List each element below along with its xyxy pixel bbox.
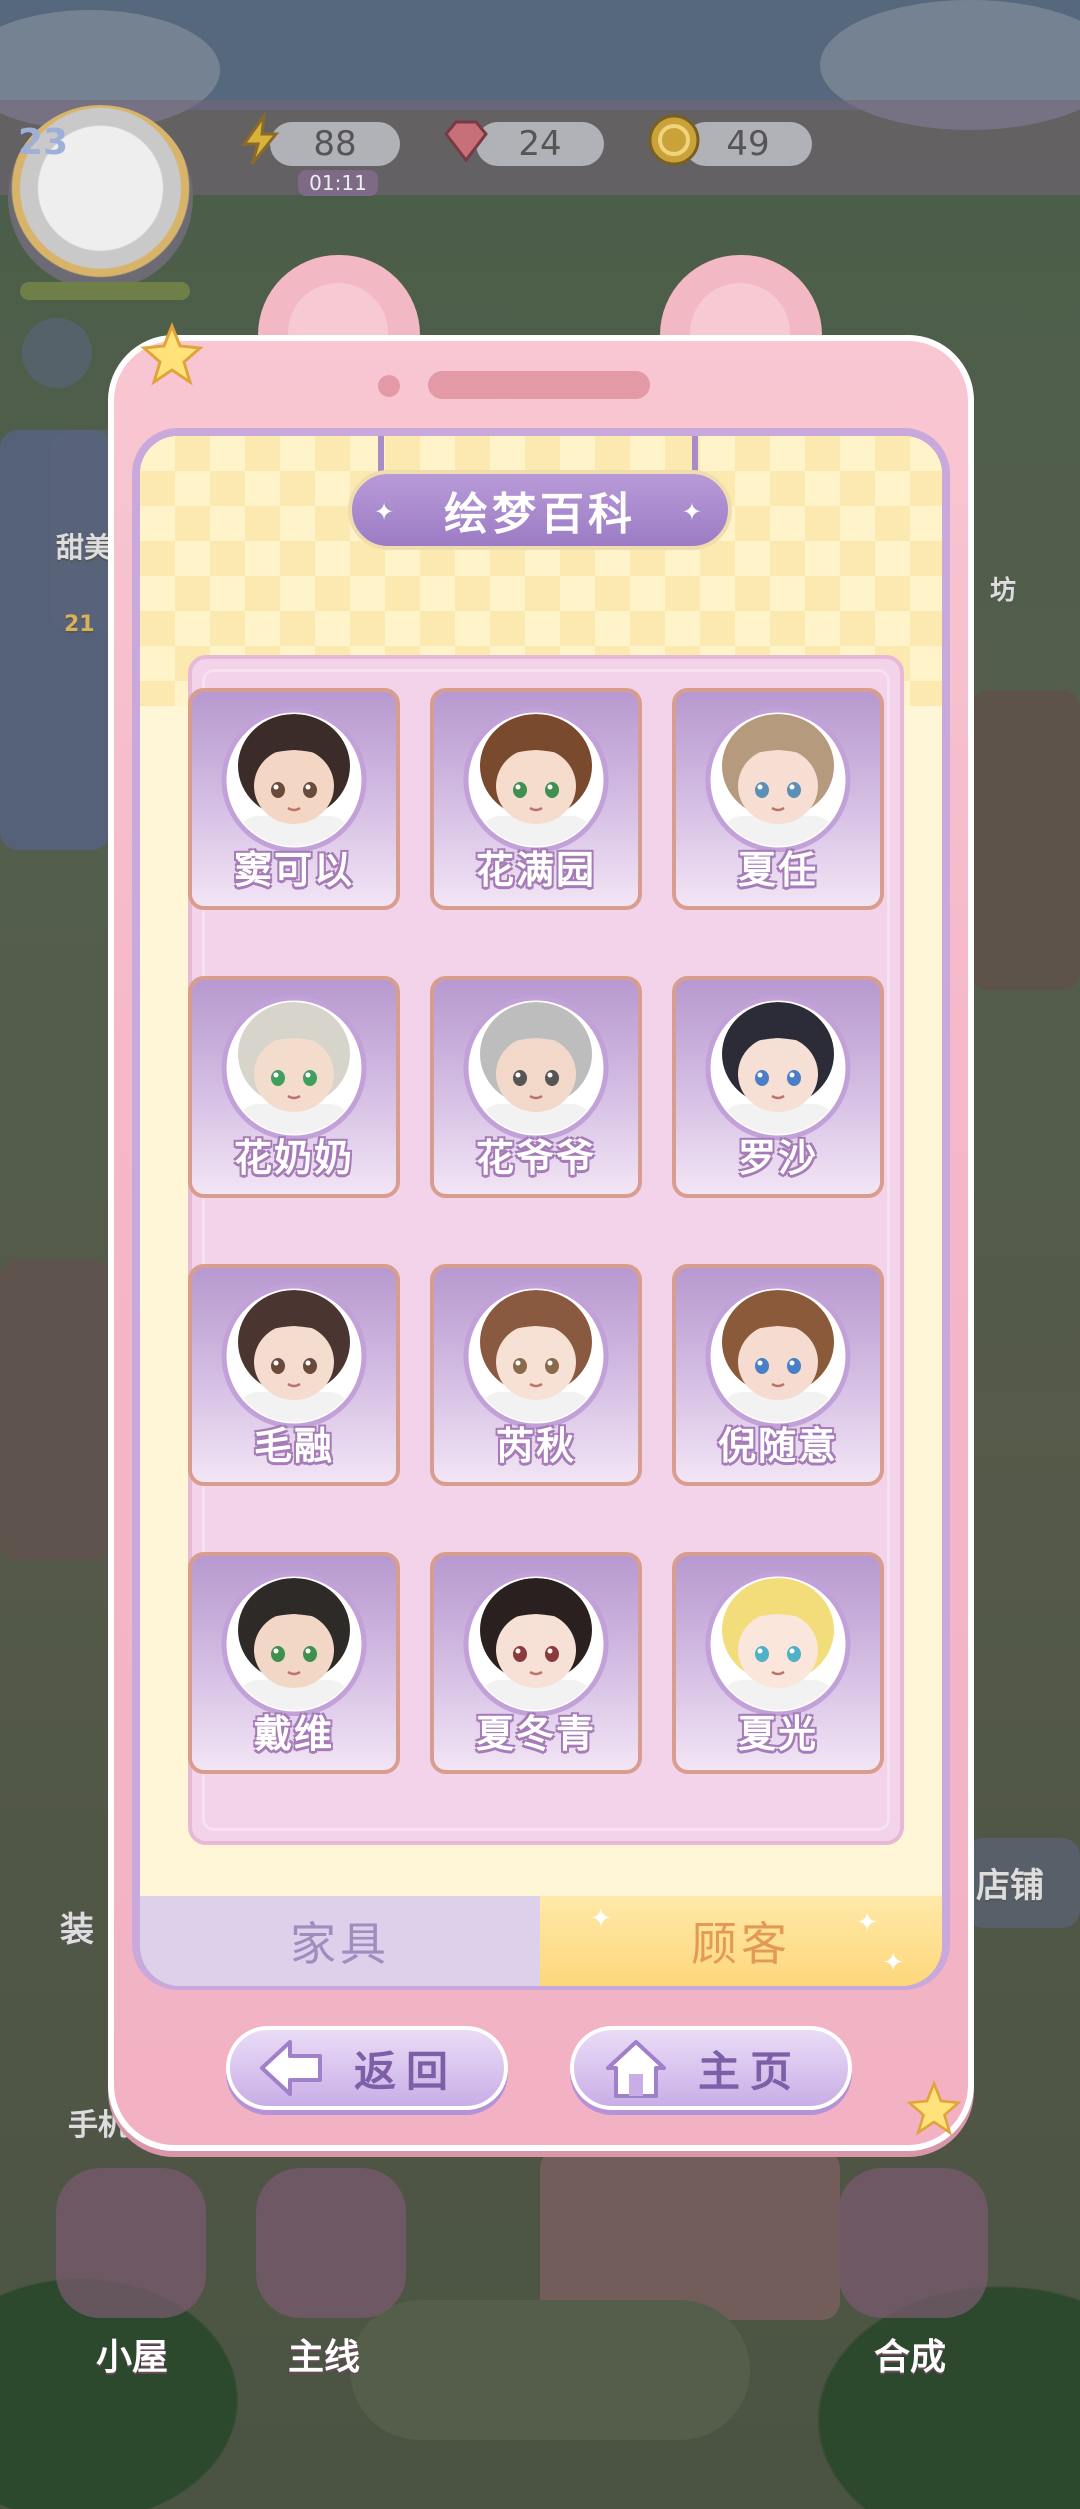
tab-furniture[interactable]: 家具 [140,1896,540,1986]
character-name: 窦可以 [233,848,354,892]
back-button-label: 返回 [353,2046,458,2096]
character-card[interactable]: 戴维 [188,1552,400,1774]
character-name: 花爷爷 [475,1136,596,1180]
energy-icon [232,110,288,168]
phone-speaker [428,371,650,399]
character-portrait [221,707,367,852]
character-name: 戴维 [253,1712,334,1756]
character-card[interactable]: 夏光 [672,1552,884,1774]
character-name: 花满园 [475,848,596,892]
character-name: 夏任 [737,848,818,892]
character-portrait [221,1283,367,1428]
character-card[interactable]: 夏冬青 [430,1552,642,1774]
character-portrait [463,1283,609,1428]
character-card[interactable]: 倪随意 [672,1264,884,1486]
xp-bar [20,282,190,300]
character-name: 罗沙 [737,1136,818,1180]
character-name: 夏光 [737,1712,818,1756]
merge-label: 合成 [874,2337,947,2378]
coin-counter: 49 [684,122,812,166]
character-portrait [221,995,367,1140]
character-name: 倪随意 [717,1424,838,1468]
character-portrait [705,1571,851,1716]
character-card[interactable]: 毛融 [188,1264,400,1486]
character-portrait [705,1283,851,1428]
character-card[interactable]: 芮秋 [430,1264,642,1486]
encyclopedia-title-plate: ✦ 绘梦百科 ✦ [348,470,732,550]
back-button[interactable]: 返回 [226,2026,508,2110]
main-quest-button[interactable] [256,2168,406,2318]
character-portrait [705,707,851,852]
tab-customer[interactable]: ✦ ✦ ✦ 顾客 [540,1896,942,1986]
energy-counter: 88 [270,122,400,166]
character-name: 毛融 [253,1424,334,1468]
character-portrait [705,995,851,1140]
character-portrait [463,995,609,1140]
character-card[interactable]: 窦可以 [188,688,400,910]
merge-button[interactable] [838,2168,988,2318]
shop-button-label: 店铺 [976,1866,1044,1906]
star-icon [140,321,204,390]
main-quest-label: 主线 [288,2337,361,2378]
character-card[interactable]: 夏任 [672,688,884,910]
character-portrait [221,1571,367,1716]
side-decorate-label: 装 [60,1910,94,1950]
player-level: 23 [18,122,69,163]
home-button[interactable]: 主页 [570,2026,852,2110]
bg-food-truck [540,2150,840,2320]
side-workshop-label: 坊 [990,576,1017,606]
sparkle-icon: ✦ [681,498,706,526]
bg-plaza [350,2300,750,2440]
home-icon [600,2034,672,2102]
twinkle-icon: ✦ [882,1948,908,1978]
energy-timer: 01:11 [298,170,378,196]
house-label: 小屋 [96,2337,169,2378]
side-shop-count: 21 [64,612,95,637]
character-card[interactable]: 花奶奶 [188,976,400,1198]
character-card[interactable]: 罗沙 [672,976,884,1198]
house-button[interactable] [56,2168,206,2318]
character-name: 夏冬青 [475,1712,596,1756]
phone-camera [378,375,400,397]
character-portrait [463,1571,609,1716]
sparkle-icon: ✦ [374,498,399,526]
character-name: 花奶奶 [233,1136,354,1180]
bg-building [970,690,1080,990]
coin-icon [646,112,702,168]
back-arrow-icon [256,2034,328,2102]
gem-icon [438,112,494,168]
side-shop-label: 甜美 [56,531,113,564]
encyclopedia-title: 绘梦百科 [444,489,636,540]
gem-counter: 24 [476,122,604,166]
tab-customer-label: 顾客 [691,1917,791,1971]
twinkle-icon: ✦ [590,1904,616,1934]
character-name: 芮秋 [495,1424,576,1468]
twinkle-icon: ✦ [856,1908,882,1938]
bg-building [0,1260,110,1560]
tab-furniture-label: 家具 [290,1917,390,1971]
mail-icon[interactable] [22,318,92,388]
character-card[interactable]: 花满园 [430,688,642,910]
character-card[interactable]: 花爷爷 [430,976,642,1198]
star-icon [906,2079,962,2140]
home-button-label: 主页 [697,2046,802,2096]
character-portrait [463,707,609,852]
